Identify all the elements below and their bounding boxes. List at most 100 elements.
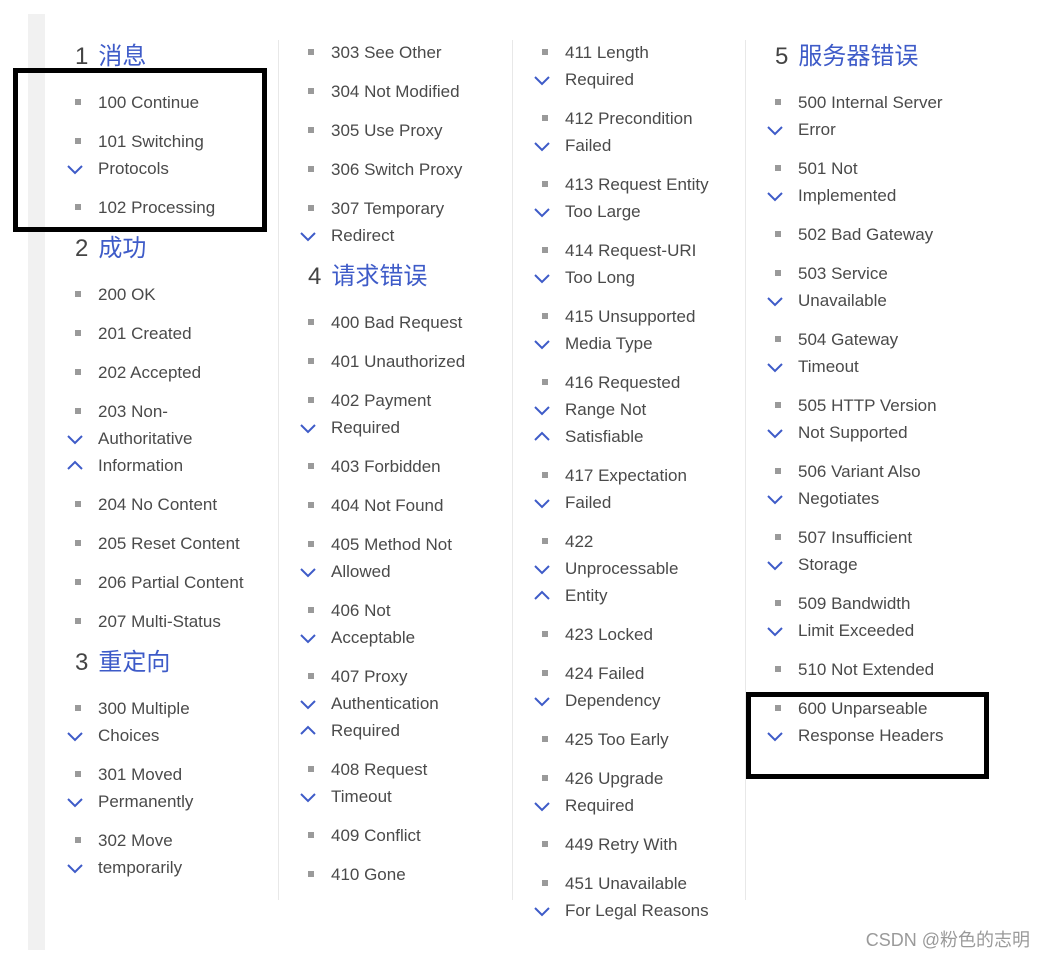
status-code-item[interactable]: 206 Partial Content [75, 569, 244, 596]
section-title[interactable]: 请求错误 [331, 263, 427, 290]
chevron-down-icon[interactable] [533, 136, 551, 154]
status-code-item[interactable]: 406 Not Acceptable [300, 597, 465, 651]
chevron-down-icon[interactable] [766, 357, 784, 375]
status-code-item[interactable]: 404 Not Found [308, 492, 465, 519]
status-code-item[interactable]: 407 Proxy Authentication Required [300, 663, 465, 744]
status-code-item[interactable]: 413 Request Entity Too Large [534, 171, 709, 225]
status-code-item[interactable]: 205 Reset Content [75, 530, 244, 557]
status-code-item[interactable]: 501 Not Implemented [767, 155, 944, 209]
status-code-item[interactable]: 201 Created [75, 320, 244, 347]
status-code-item[interactable]: 307 Temporary Redirect [300, 195, 465, 249]
status-code-item[interactable]: 300 Multiple Choices [67, 695, 244, 749]
chevron-down-icon[interactable] [533, 70, 551, 88]
chevron-down-icon[interactable] [299, 418, 317, 436]
chevron-down-icon[interactable] [766, 489, 784, 507]
chevron-down-icon[interactable] [533, 691, 551, 709]
section-heading[interactable]: 3 重定向 [75, 647, 244, 679]
item-text: Permanently [98, 792, 194, 811]
chevron-down-icon[interactable] [766, 555, 784, 573]
status-code-item[interactable]: 304 Not Modified [308, 78, 465, 105]
status-code-item[interactable]: 401 Unauthorized [308, 348, 465, 375]
chevron-down-icon[interactable] [533, 268, 551, 286]
item-text: Satisfiable [565, 427, 644, 446]
status-code-item[interactable]: 500 Internal Server Error [767, 89, 944, 143]
chevron-down-icon[interactable] [533, 796, 551, 814]
item-text: 202 Accepted [98, 363, 202, 382]
status-code-item[interactable]: 408 Request Timeout [300, 756, 465, 810]
status-code-item[interactable]: 417 Expectation Failed [534, 462, 709, 516]
chevron-down-icon[interactable] [299, 628, 317, 646]
chevron-down-icon[interactable] [766, 120, 784, 138]
status-code-item[interactable]: 506 Variant Also Negotiates [767, 458, 944, 512]
chevron-down-icon[interactable] [66, 792, 84, 810]
status-code-item[interactable]: 410 Gone [308, 861, 465, 888]
chevron-up-icon[interactable] [66, 456, 84, 474]
status-code-item[interactable]: 306 Switch Proxy [308, 156, 465, 183]
status-code-item[interactable]: 409 Conflict [308, 822, 465, 849]
status-code-item[interactable]: 403 Forbidden [308, 453, 465, 480]
section-heading[interactable]: 5 服务器错误 [775, 41, 944, 73]
item-line: Entity [534, 582, 709, 609]
section-title[interactable]: 成功 [98, 235, 146, 262]
chevron-down-icon[interactable] [533, 400, 551, 418]
chevron-down-icon[interactable] [533, 559, 551, 577]
chevron-down-icon[interactable] [66, 726, 84, 744]
status-code-item[interactable]: 423 Locked [542, 621, 709, 648]
section-title[interactable]: 服务器错误 [798, 43, 918, 70]
status-code-item[interactable]: 412 Precondition Failed [534, 105, 709, 159]
chevron-down-icon[interactable] [66, 858, 84, 876]
status-code-item[interactable]: 303 See Other [308, 39, 465, 66]
status-code-item[interactable]: 425 Too Early [542, 726, 709, 753]
status-code-item[interactable]: 505 HTTP Version Not Supported [767, 392, 944, 446]
section-title[interactable]: 重定向 [98, 649, 170, 676]
chevron-down-icon[interactable] [533, 202, 551, 220]
status-code-item[interactable]: 424 Failed Dependency [534, 660, 709, 714]
section-heading[interactable]: 4 请求错误 [308, 261, 465, 293]
status-code-item[interactable]: 200 OK [75, 281, 244, 308]
chevron-down-icon[interactable] [533, 493, 551, 511]
item-text: Error [798, 120, 836, 139]
status-code-item[interactable]: 509 Bandwidth Limit Exceeded [767, 590, 944, 644]
status-code-item[interactable]: 422 Unprocessable Entity [534, 528, 709, 609]
chevron-down-icon[interactable] [766, 186, 784, 204]
status-code-item[interactable]: 405 Method Not Allowed [300, 531, 465, 585]
status-code-item[interactable]: 415 Unsupported Media Type [534, 303, 709, 357]
chevron-down-icon[interactable] [533, 901, 551, 919]
status-code-item[interactable]: 449 Retry With [542, 831, 709, 858]
status-code-item[interactable]: 301 Moved Permanently [67, 761, 244, 815]
status-code-item[interactable]: 402 Payment Required [300, 387, 465, 441]
item-text: Dependency [565, 691, 661, 710]
chevron-down-icon[interactable] [766, 621, 784, 639]
status-code-item[interactable]: 510 Not Extended [775, 656, 944, 683]
chevron-down-icon[interactable] [66, 429, 84, 447]
chevron-down-icon[interactable] [533, 334, 551, 352]
status-code-item[interactable]: 411 Length Required [534, 39, 709, 93]
section-title[interactable]: 消息 [98, 43, 146, 70]
status-code-item[interactable]: 451 Unavailable For Legal Reasons [534, 870, 709, 924]
section-heading[interactable]: 2 成功 [75, 233, 244, 265]
status-code-item[interactable]: 302 Move temporarily [67, 827, 244, 881]
status-code-item[interactable]: 305 Use Proxy [308, 117, 465, 144]
chevron-down-icon[interactable] [766, 291, 784, 309]
chevron-down-icon[interactable] [766, 423, 784, 441]
item-line: Required [534, 792, 709, 819]
chevron-up-icon[interactable] [299, 721, 317, 739]
status-code-item[interactable]: 414 Request-URI Too Long [534, 237, 709, 291]
status-code-item[interactable]: 507 Insufficient Storage [767, 524, 944, 578]
status-code-item[interactable]: 502 Bad Gateway [775, 221, 944, 248]
chevron-down-icon[interactable] [299, 694, 317, 712]
status-code-item[interactable]: 504 Gateway Timeout [767, 326, 944, 380]
status-code-item[interactable]: 400 Bad Request [308, 309, 465, 336]
status-code-item[interactable]: 204 No Content [75, 491, 244, 518]
status-code-item[interactable]: 203 Non- Authoritative Information [67, 398, 244, 479]
status-code-item[interactable]: 202 Accepted [75, 359, 244, 386]
status-code-item[interactable]: 503 Service Unavailable [767, 260, 944, 314]
chevron-down-icon[interactable] [299, 562, 317, 580]
status-code-item[interactable]: 426 Upgrade Required [534, 765, 709, 819]
chevron-down-icon[interactable] [299, 226, 317, 244]
status-code-item[interactable]: 416 Requested Range Not Satisfiable [534, 369, 709, 450]
chevron-down-icon[interactable] [299, 787, 317, 805]
status-code-item[interactable]: 207 Multi-Status [75, 608, 244, 635]
chevron-up-icon[interactable] [533, 427, 551, 445]
chevron-up-icon[interactable] [533, 586, 551, 604]
